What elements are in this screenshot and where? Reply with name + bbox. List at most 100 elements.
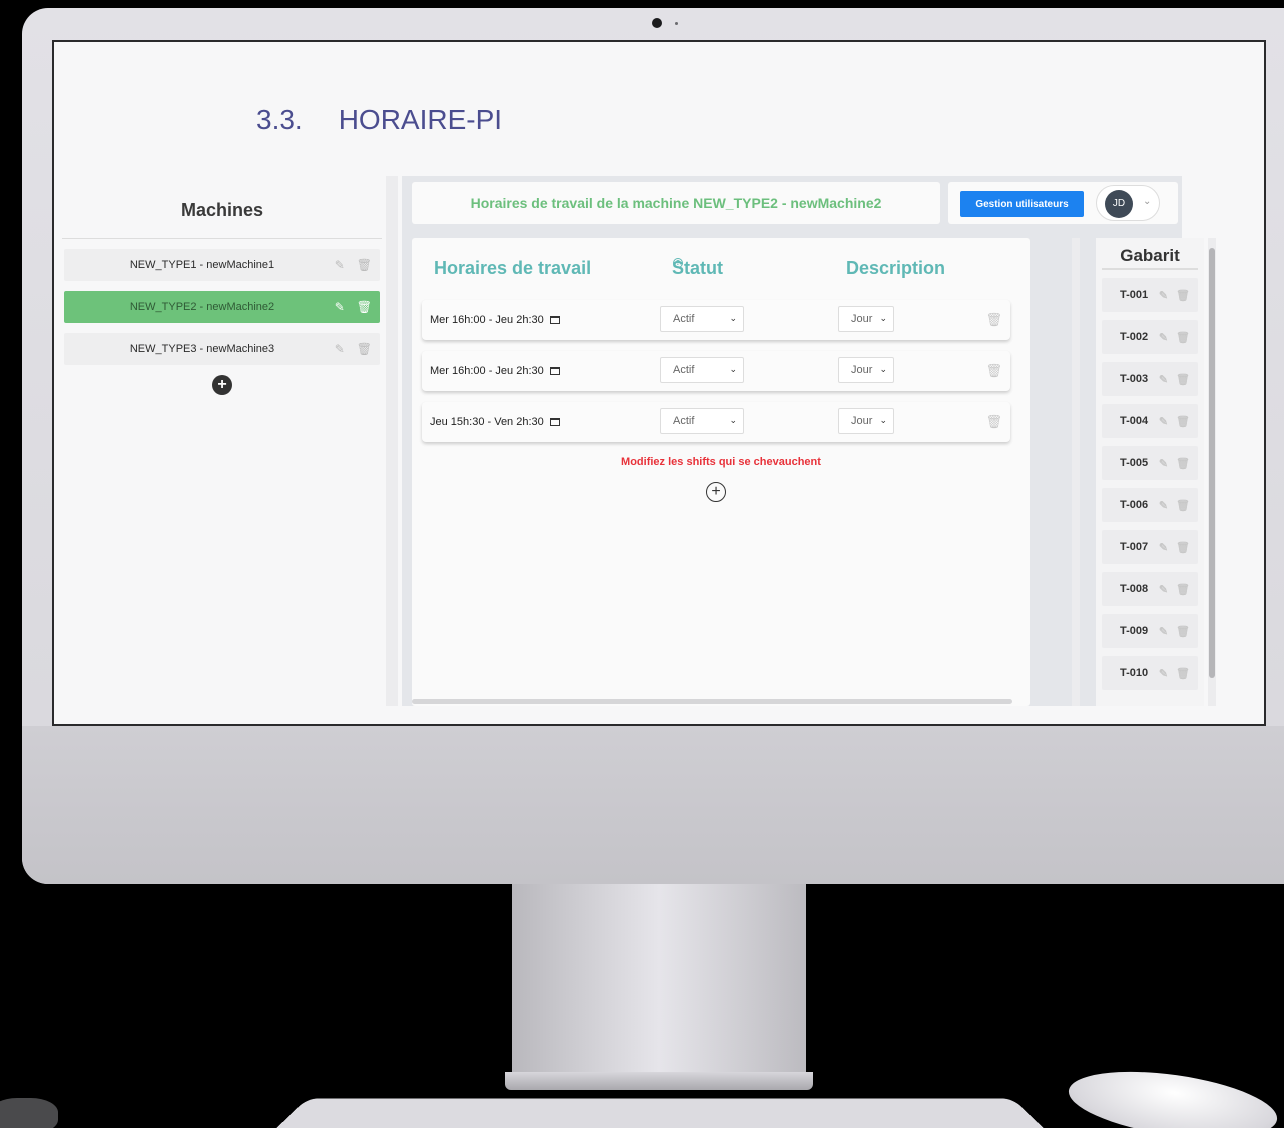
- scene: 3.3. HORAIRE-PI Machines NEW_TYPE1 - new…: [0, 0, 1284, 1128]
- gabarit-item[interactable]: T-007 ✎ 🗑: [1102, 530, 1198, 564]
- help-icon[interactable]: ?: [673, 258, 683, 268]
- doc-heading-title: HORAIRE-PI: [338, 104, 503, 135]
- scrollbar[interactable]: [1208, 238, 1216, 706]
- doc-heading-number: 3.3.: [256, 104, 303, 135]
- calendar-icon[interactable]: [549, 418, 560, 427]
- machine-item[interactable]: NEW_TYPE1 - newMachine1 ✎ 🗑: [64, 249, 380, 281]
- gabarit-item[interactable]: T-001 ✎ 🗑: [1102, 278, 1198, 312]
- shift-time[interactable]: Mer 16h:00 - Jeu 2h:30: [430, 314, 560, 326]
- user-menu[interactable]: JD ⌄: [1096, 185, 1160, 221]
- gabarit-item[interactable]: T-003 ✎ 🗑: [1102, 362, 1198, 396]
- chevron-down-icon: ⌄: [879, 415, 887, 425]
- edit-icon[interactable]: ✎: [1159, 415, 1168, 428]
- gabarit-item[interactable]: T-009 ✎ 🗑: [1102, 614, 1198, 648]
- status-select[interactable]: Actif ⌄: [660, 306, 744, 332]
- machines-title: Machines: [180, 200, 264, 220]
- edit-icon[interactable]: ✎: [1159, 625, 1168, 638]
- trash-icon[interactable]: 🗑: [1176, 289, 1190, 302]
- user-bar: Gestion utilisateurs JD ⌄: [948, 182, 1178, 224]
- schedule-column-headers: Horaires de travail Statut? Description: [412, 258, 1030, 288]
- gabarit-item-label: T-004: [1120, 415, 1149, 427]
- user-management-button[interactable]: Gestion utilisateurs: [960, 191, 1084, 217]
- trash-icon[interactable]: 🗑: [357, 300, 372, 314]
- edit-icon[interactable]: ✎: [1159, 499, 1168, 512]
- gabarit-item[interactable]: T-004 ✎ 🗑: [1102, 404, 1198, 438]
- scrollbar[interactable]: [1072, 238, 1080, 706]
- chevron-down-icon: ⌄: [1143, 196, 1152, 207]
- shift-time-text: Mer 16h:00 - Jeu 2h:30: [430, 314, 544, 326]
- horizontal-scrollbar[interactable]: [412, 699, 1012, 704]
- trash-icon[interactable]: 🗑: [985, 312, 1002, 328]
- status-select[interactable]: Actif ⌄: [660, 408, 744, 434]
- description-select[interactable]: Jour ⌄: [838, 408, 894, 434]
- camera-icon: [652, 18, 662, 28]
- desk-object: [0, 1098, 58, 1128]
- chevron-down-icon: ⌄: [879, 364, 887, 374]
- mouse: [1064, 1060, 1282, 1128]
- calendar-icon[interactable]: [549, 367, 560, 376]
- doc-heading: 3.3. HORAIRE-PI: [256, 104, 502, 136]
- shift-time-text: Jeu 15h:30 - Ven 2h:30: [430, 416, 544, 428]
- gabarit-item[interactable]: T-005 ✎ 🗑: [1102, 446, 1198, 480]
- imac-stand: [512, 884, 806, 1074]
- column-header-hours: Horaires de travail: [434, 258, 592, 278]
- keyboard: [270, 1098, 1050, 1128]
- trash-icon[interactable]: 🗑: [357, 342, 372, 356]
- shift-row: Mer 16h:00 - Jeu 2h:30 Actif ⌄ Jour ⌄ 🗑: [422, 351, 1010, 391]
- scrollbar-thumb[interactable]: [1209, 248, 1215, 678]
- shift-row: Mer 16h:00 - Jeu 2h:30 Actif ⌄ Jour ⌄ 🗑: [422, 300, 1010, 340]
- trash-icon[interactable]: 🗑: [1176, 541, 1190, 554]
- edit-icon[interactable]: ✎: [1159, 457, 1168, 470]
- edit-icon[interactable]: ✎: [335, 300, 345, 314]
- gabarit-item[interactable]: T-006 ✎ 🗑: [1102, 488, 1198, 522]
- add-shift-button[interactable]: +: [706, 482, 726, 502]
- gabarit-item-label: T-007: [1120, 541, 1149, 553]
- trash-icon[interactable]: 🗑: [1176, 373, 1190, 386]
- gabarit-item-label: T-003: [1120, 373, 1149, 385]
- status-select[interactable]: Actif ⌄: [660, 357, 744, 383]
- trash-icon[interactable]: 🗑: [1176, 331, 1190, 344]
- trash-icon[interactable]: 🗑: [985, 363, 1002, 379]
- trash-icon[interactable]: 🗑: [985, 414, 1002, 430]
- chevron-down-icon: ⌄: [729, 415, 737, 425]
- calendar-icon[interactable]: [549, 316, 560, 325]
- gabarit-title: Gabarit: [1102, 238, 1198, 270]
- gabarit-item[interactable]: T-010 ✎ 🗑: [1102, 656, 1198, 690]
- shift-time[interactable]: Jeu 15h:30 - Ven 2h:30: [430, 416, 560, 428]
- trash-icon[interactable]: 🗑: [1176, 499, 1190, 512]
- gabarit-item[interactable]: T-002 ✎ 🗑: [1102, 320, 1198, 354]
- description-select[interactable]: Jour ⌄: [838, 306, 894, 332]
- edit-icon[interactable]: ✎: [1159, 583, 1168, 596]
- gabarit-item-label: T-008: [1120, 583, 1149, 595]
- edit-icon[interactable]: ✎: [1159, 373, 1168, 386]
- edit-icon[interactable]: ✎: [1159, 541, 1168, 554]
- edit-icon[interactable]: ✎: [335, 342, 345, 356]
- schedule-header-title: Horaires de travail de la machine NEW_TY…: [412, 182, 940, 224]
- edit-icon[interactable]: ✎: [1159, 667, 1168, 680]
- add-machine-button[interactable]: +: [212, 375, 232, 395]
- chevron-down-icon: ⌄: [729, 364, 737, 374]
- edit-icon[interactable]: ✎: [1159, 331, 1168, 344]
- screen: 3.3. HORAIRE-PI Machines NEW_TYPE1 - new…: [52, 40, 1266, 726]
- edit-icon[interactable]: ✎: [1159, 289, 1168, 302]
- gabarit-item-label: T-001: [1120, 289, 1149, 301]
- description-select[interactable]: Jour ⌄: [838, 357, 894, 383]
- machine-item-active[interactable]: NEW_TYPE2 - newMachine2 ✎ 🗑: [64, 291, 380, 323]
- trash-icon[interactable]: 🗑: [1176, 667, 1190, 680]
- trash-icon[interactable]: 🗑: [1176, 625, 1190, 638]
- trash-icon[interactable]: 🗑: [1176, 457, 1190, 470]
- machines-panel: Machines NEW_TYPE1 - newMachine1 ✎ 🗑 NEW…: [62, 176, 382, 706]
- scrollbar[interactable]: [386, 176, 398, 706]
- gabarit-item-label: T-010: [1120, 667, 1149, 679]
- shift-time[interactable]: Mer 16h:00 - Jeu 2h:30: [430, 365, 560, 377]
- trash-icon[interactable]: 🗑: [1176, 583, 1190, 596]
- overlap-warning: Modifiez les shifts qui se chevauchent: [621, 456, 821, 468]
- trash-icon[interactable]: 🗑: [357, 258, 372, 272]
- gabarit-item-label: T-006: [1120, 499, 1149, 511]
- trash-icon[interactable]: 🗑: [1176, 415, 1190, 428]
- edit-icon[interactable]: ✎: [335, 258, 345, 272]
- machine-item[interactable]: NEW_TYPE3 - newMachine3 ✎ 🗑: [64, 333, 380, 365]
- machine-item-label: NEW_TYPE3 - newMachine3: [129, 343, 275, 355]
- gabarit-item[interactable]: T-008 ✎ 🗑: [1102, 572, 1198, 606]
- description-select-value: Jour: [851, 364, 873, 376]
